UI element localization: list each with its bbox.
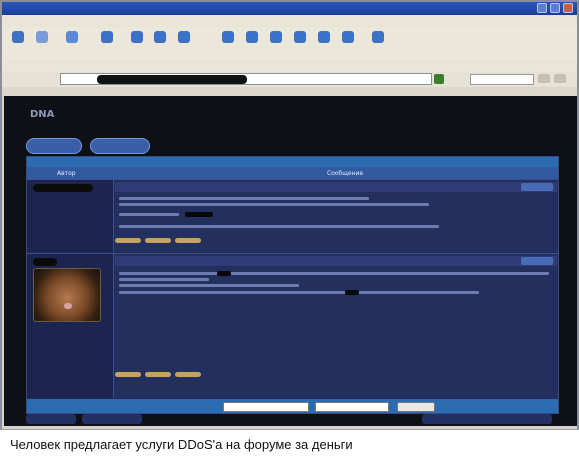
forum-thread: Автор Сообщение xyxy=(26,156,559,414)
pm-button[interactable] xyxy=(145,372,171,377)
redacted-url xyxy=(97,75,247,84)
quote-button[interactable] xyxy=(521,183,553,191)
window-controls xyxy=(537,3,573,13)
toolbar-button[interactable] xyxy=(368,31,388,43)
post-text-line xyxy=(119,197,369,200)
sort-period-select[interactable] xyxy=(223,402,309,412)
post-header xyxy=(115,256,557,266)
maximize-icon[interactable] xyxy=(550,3,560,13)
search-icon xyxy=(154,31,166,43)
go-button[interactable] xyxy=(397,402,435,412)
history-button[interactable] xyxy=(218,31,238,43)
icq-button[interactable] xyxy=(175,238,201,243)
column-message: Сообщение xyxy=(327,170,364,177)
search-row xyxy=(2,71,577,87)
address-input[interactable] xyxy=(60,73,432,85)
post-text-line xyxy=(119,278,209,281)
post-text-line xyxy=(119,272,549,275)
footer-button[interactable] xyxy=(26,414,76,424)
favorites-button[interactable] xyxy=(174,31,194,43)
menu-bar xyxy=(2,15,577,27)
forum-post xyxy=(27,253,558,398)
caption-text: Человек предлагает услуги DDoS'a на фору… xyxy=(10,437,353,452)
stop-button[interactable] xyxy=(62,31,82,43)
forward-button[interactable] xyxy=(32,31,52,43)
toolbar-small-button[interactable] xyxy=(538,74,550,83)
nav-pill-button[interactable] xyxy=(90,138,150,154)
refresh-button[interactable] xyxy=(97,31,117,43)
column-headers: Автор Сообщение xyxy=(27,167,558,179)
redacted-username xyxy=(33,258,57,266)
toolbar xyxy=(2,27,577,60)
post-header xyxy=(115,182,557,192)
post-text-line xyxy=(119,291,479,294)
icq-button[interactable] xyxy=(175,372,201,377)
mail-icon xyxy=(246,31,258,43)
forward-icon xyxy=(36,31,48,43)
post-author-panel xyxy=(27,254,114,398)
avatar-mouth xyxy=(64,303,72,309)
redacted-text xyxy=(217,271,231,276)
pm-button[interactable] xyxy=(145,238,171,243)
back-icon xyxy=(12,31,24,43)
post-text-line xyxy=(119,203,429,206)
footer-info xyxy=(422,414,552,424)
generic-icon xyxy=(318,31,330,43)
footer-nav xyxy=(26,414,557,424)
footer-button[interactable] xyxy=(82,414,142,424)
avatar xyxy=(33,268,101,322)
go-icon[interactable] xyxy=(434,74,444,84)
post-text-line xyxy=(119,284,299,287)
post-text-line xyxy=(119,213,179,216)
toolbar-button[interactable] xyxy=(338,31,358,43)
nav-pill-button[interactable] xyxy=(26,138,82,154)
search-button[interactable] xyxy=(150,31,170,43)
generic-icon xyxy=(372,31,384,43)
toolbar-small-button[interactable] xyxy=(554,74,566,83)
edit-button[interactable] xyxy=(290,31,310,43)
quote-button[interactable] xyxy=(521,257,553,265)
column-author: Автор xyxy=(57,170,76,177)
print-button[interactable] xyxy=(266,31,286,43)
refresh-icon xyxy=(101,31,113,43)
site-logo[interactable]: DNA xyxy=(30,109,54,120)
sort-order-select[interactable] xyxy=(315,402,389,412)
redacted-text xyxy=(345,290,359,295)
forum-post xyxy=(27,179,558,252)
profile-button[interactable] xyxy=(115,238,141,243)
post-actions xyxy=(115,238,201,243)
browser-window: DNA Автор Сообщение xyxy=(0,0,579,457)
generic-icon xyxy=(342,31,354,43)
print-icon xyxy=(270,31,282,43)
post-actions xyxy=(115,372,201,377)
minimize-icon[interactable] xyxy=(537,3,547,13)
redacted-text xyxy=(185,212,213,217)
mail-button[interactable] xyxy=(242,31,262,43)
links-bar xyxy=(2,87,577,96)
toolbar-button[interactable] xyxy=(314,31,334,43)
profile-button[interactable] xyxy=(115,372,141,377)
close-icon[interactable] xyxy=(563,3,573,13)
page-content: DNA Автор Сообщение xyxy=(4,96,577,426)
links-input[interactable] xyxy=(470,74,534,85)
home-button[interactable] xyxy=(127,31,147,43)
back-button[interactable] xyxy=(8,31,28,43)
image-caption: Человек предлагает услуги DDoS'a на фору… xyxy=(0,429,579,458)
display-options-bar xyxy=(27,399,558,413)
favorites-icon xyxy=(178,31,190,43)
history-icon xyxy=(222,31,234,43)
home-icon xyxy=(131,31,143,43)
title-bar xyxy=(2,2,577,15)
post-author-panel xyxy=(27,180,114,252)
edit-icon xyxy=(294,31,306,43)
stop-icon xyxy=(66,31,78,43)
post-text-line xyxy=(119,225,439,228)
redacted-username xyxy=(33,184,93,192)
thread-header-bar xyxy=(27,157,558,167)
